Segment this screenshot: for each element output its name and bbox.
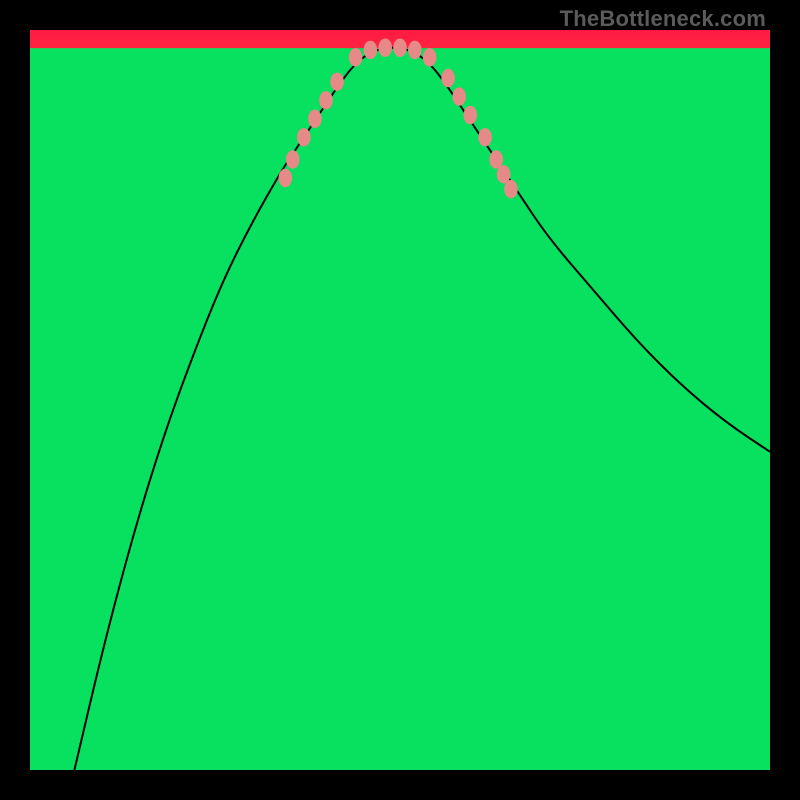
curve-marker xyxy=(330,73,344,91)
curve-marker xyxy=(408,41,422,59)
chart-frame xyxy=(30,30,770,770)
curve-marker xyxy=(308,110,322,128)
curve-marker xyxy=(364,41,378,59)
curve-marker xyxy=(504,180,518,198)
curve-marker xyxy=(297,128,311,146)
curve-marker xyxy=(393,39,407,57)
green-bottom-band xyxy=(30,48,770,770)
watermark-text: TheBottleneck.com xyxy=(560,6,766,32)
curve-marker xyxy=(464,106,478,124)
bottleneck-chart xyxy=(30,30,770,770)
curve-marker xyxy=(452,87,466,105)
curve-marker xyxy=(279,169,293,187)
curve-marker xyxy=(349,48,363,66)
curve-marker xyxy=(319,91,333,109)
curve-marker xyxy=(441,69,455,87)
curve-marker xyxy=(286,150,300,168)
curve-marker xyxy=(378,39,392,57)
curve-marker xyxy=(423,48,437,66)
curve-marker xyxy=(478,128,492,146)
